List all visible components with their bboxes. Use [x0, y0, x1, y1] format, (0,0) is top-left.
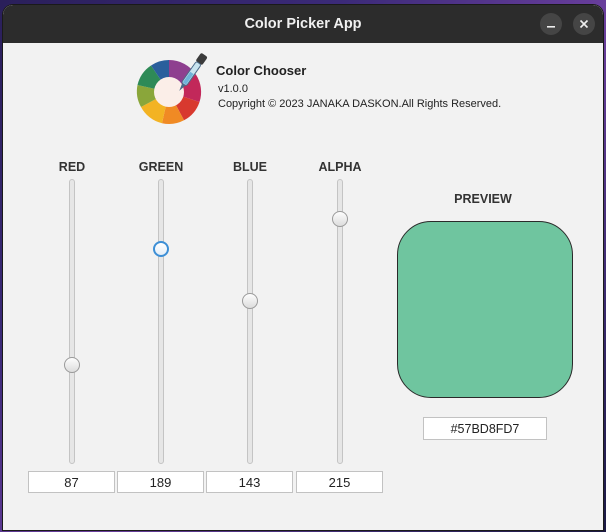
blue-value-field[interactable]: 143	[206, 471, 293, 493]
blue-slider-thumb[interactable]	[242, 293, 258, 310]
minimize-icon	[547, 26, 555, 28]
app-window: Color Picker App Color Chooser v1.0.0 Co…	[3, 5, 603, 530]
red-slider-thumb[interactable]	[64, 357, 80, 374]
close-icon	[579, 19, 589, 29]
app-version: v1.0.0	[218, 83, 248, 95]
blue-slider-label: BLUE	[232, 160, 268, 174]
red-slider-track[interactable]	[69, 179, 75, 464]
color-preview-swatch	[397, 221, 573, 398]
window-title: Color Picker App	[244, 16, 362, 32]
close-button[interactable]	[573, 13, 595, 35]
alpha-value-field[interactable]: 215	[296, 471, 383, 493]
minimize-button[interactable]	[540, 13, 562, 35]
app-name: Color Chooser	[216, 63, 307, 78]
hex-value-field[interactable]: #57BD8FD7	[423, 417, 547, 440]
alpha-slider-thumb[interactable]	[332, 210, 348, 227]
blue-slider-track[interactable]	[247, 179, 253, 464]
green-slider-label: GREEN	[138, 160, 184, 174]
color-wheel-logo-icon	[136, 53, 207, 124]
title-bar[interactable]: Color Picker App	[3, 5, 603, 43]
preview-label: PREVIEW	[454, 192, 512, 206]
green-slider-track[interactable]	[158, 179, 164, 464]
green-value-field[interactable]: 189	[117, 471, 204, 493]
alpha-slider-label: ALPHA	[318, 160, 362, 174]
red-value-field[interactable]: 87	[28, 471, 115, 493]
copyright-text: Copyright © 2023 JANAKA DASKON.All Right…	[218, 98, 502, 110]
red-slider-label: RED	[58, 160, 86, 174]
green-slider-thumb[interactable]	[153, 240, 169, 257]
